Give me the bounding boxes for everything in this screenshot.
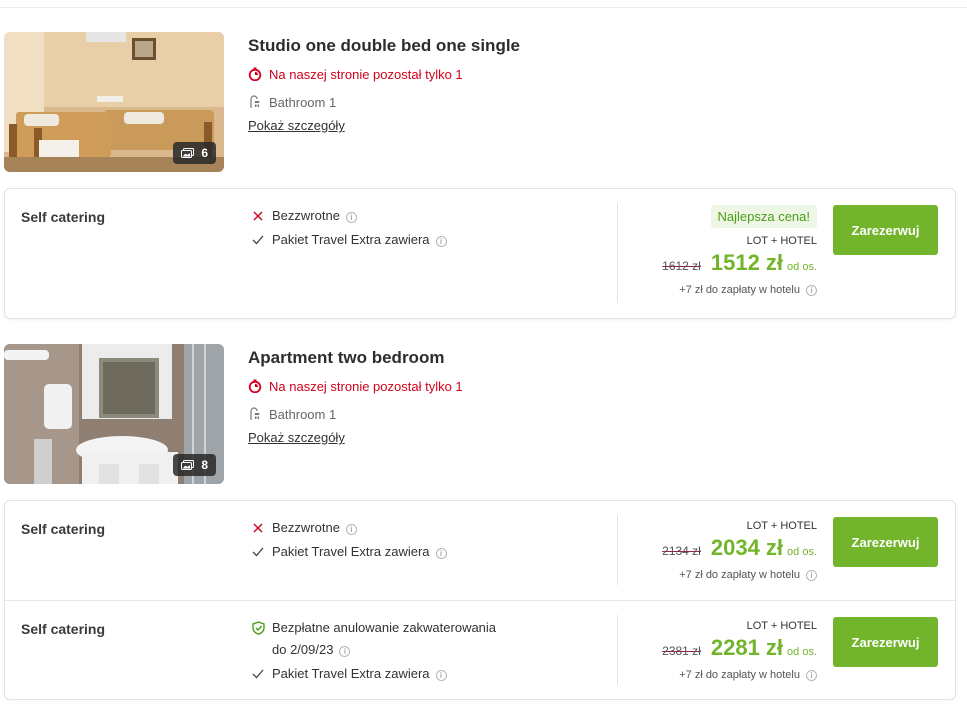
info-icon[interactable]: i	[806, 670, 817, 681]
availability-notice: Na naszej stronie pozostał tylko 1	[248, 375, 808, 397]
room-card: 6 Studio one double bed one single Na na…	[4, 32, 956, 172]
photo-count-badge[interactable]: 8	[173, 454, 216, 476]
condition-text: Pakiet Travel Extra zawiera	[272, 544, 430, 559]
price-line: 1612 zł 1512 zł od os.	[617, 250, 817, 280]
stopwatch-icon	[248, 67, 262, 81]
old-price: 2134 zł	[662, 544, 701, 558]
book-button[interactable]: Zarezerwuj	[833, 617, 938, 667]
room-card: 8 Apartment two bedroom Na naszej stroni…	[4, 344, 956, 484]
package-label: LOT + HOTEL	[746, 620, 817, 632]
per-person-label: od os.	[787, 546, 817, 558]
check-icon	[252, 669, 264, 679]
condition-item: Bezzwrotne i	[251, 517, 581, 539]
check-icon	[252, 547, 264, 557]
condition-text: Bezpłatne anulowanie zakwaterowania	[272, 620, 497, 635]
current-price: 2281 zł	[710, 635, 784, 660]
board-type: Self catering	[21, 209, 106, 225]
condition-text: Bezzwrotne	[272, 520, 340, 535]
condition-text: Pakiet Travel Extra zawiera	[272, 666, 430, 681]
price-block: LOT + HOTEL 2134 zł 2034 zł od os. +7 zł…	[617, 519, 817, 583]
old-price: 2381 zł	[662, 644, 701, 658]
offers-table: Self catering Bezzwrotne i Pakiet Travel …	[4, 188, 956, 319]
package-label: LOT + HOTEL	[746, 520, 817, 532]
hotel-fee-text: +7 zł do zapłaty w hotelu	[679, 669, 800, 681]
offer-row: Self catering Bezzwrotne i Pakiet Travel …	[5, 501, 955, 600]
current-price: 1512 zł	[710, 250, 784, 275]
photo-count-badge[interactable]: 6	[173, 142, 216, 164]
best-price-badge: Najlepsza cena!	[710, 205, 817, 228]
bathroom-info: Bathroom 1	[248, 91, 808, 113]
photo-count: 8	[201, 458, 208, 472]
gallery-icon	[181, 460, 195, 470]
offer-conditions: Bezzwrotne i Pakiet Travel Extra zawiera i	[251, 517, 581, 565]
board-type: Self catering	[21, 621, 106, 637]
price-block: LOT + HOTEL 2381 zł 2281 zł od os. +7 zł…	[617, 619, 817, 683]
package-label: LOT + HOTEL	[746, 235, 817, 247]
stopwatch-icon	[248, 379, 262, 393]
condition-item: Pakiet Travel Extra zawiera i	[251, 229, 581, 251]
condition-text: Bezzwrotne	[272, 208, 340, 223]
bathroom-text: Bathroom 1	[269, 94, 337, 110]
condition-item: Pakiet Travel Extra zawiera i	[251, 541, 581, 563]
info-icon[interactable]: i	[345, 212, 357, 223]
availability-notice: Na naszej stronie pozostał tylko 1	[248, 63, 808, 85]
board-type: Self catering	[21, 521, 106, 537]
hotel-fee: +7 zł do zapłaty w hotelu i	[617, 282, 817, 298]
price-block: Najlepsza cena! LOT + HOTEL 1612 zł 1512…	[617, 205, 817, 298]
info-icon[interactable]: i	[435, 236, 447, 247]
hotel-fee-text: +7 zł do zapłaty w hotelu	[679, 284, 800, 296]
offer-conditions: Bezzwrotne i Pakiet Travel Extra zawiera i	[251, 205, 581, 253]
shield-check-icon	[251, 621, 265, 635]
hotel-fee: +7 zł do zapłaty w hotelu i	[617, 667, 817, 683]
availability-text: Na naszej stronie pozostał tylko 1	[269, 378, 463, 394]
condition-item: Bezpłatne anulowanie zakwaterowania do 2/…	[251, 617, 581, 661]
x-icon	[253, 211, 263, 221]
offer-row: Self catering Bezzwrotne i Pakiet Travel …	[5, 189, 955, 318]
condition-item: Bezzwrotne i	[251, 205, 581, 227]
top-divider	[0, 7, 967, 8]
room-title: Apartment two bedroom	[248, 348, 445, 367]
room-title: Studio one double bed one single	[248, 36, 520, 55]
bathroom-text: Bathroom 1	[269, 406, 337, 422]
shower-icon	[250, 407, 260, 420]
info-icon[interactable]: i	[435, 670, 447, 681]
condition-text: Pakiet Travel Extra zawiera	[272, 232, 430, 247]
per-person-label: od os.	[787, 646, 817, 658]
room-photo[interactable]: 8	[4, 344, 224, 484]
offer-row: Self catering Bezpłatne anulowanie zakwa…	[5, 600, 955, 699]
show-details-link[interactable]: Pokaż szczegóły	[248, 428, 345, 448]
info-icon[interactable]: i	[806, 570, 817, 581]
info-icon[interactable]: i	[339, 646, 351, 657]
show-details-link[interactable]: Pokaż szczegóły	[248, 116, 345, 136]
availability-text: Na naszej stronie pozostał tylko 1	[269, 66, 463, 82]
info-icon[interactable]: i	[806, 285, 817, 296]
check-icon	[252, 235, 264, 245]
room-info: Apartment two bedroom Na naszej stronie …	[248, 344, 808, 448]
hotel-fee: +7 zł do zapłaty w hotelu i	[617, 567, 817, 583]
condition-item: Pakiet Travel Extra zawiera i	[251, 663, 581, 685]
photo-count: 6	[201, 146, 208, 160]
book-button[interactable]: Zarezerwuj	[833, 517, 938, 567]
price-line: 2381 zł 2281 zł od os.	[617, 635, 817, 665]
per-person-label: od os.	[787, 261, 817, 273]
hotel-fee-text: +7 zł do zapłaty w hotelu	[679, 569, 800, 581]
book-button[interactable]: Zarezerwuj	[833, 205, 938, 255]
condition-date: do 2/09/23	[272, 642, 334, 657]
current-price: 2034 zł	[710, 535, 784, 560]
shower-icon	[250, 95, 260, 108]
room-photo[interactable]: 6	[4, 32, 224, 172]
offer-conditions: Bezpłatne anulowanie zakwaterowania do 2/…	[251, 617, 581, 687]
x-icon	[253, 523, 263, 533]
info-icon[interactable]: i	[435, 548, 447, 559]
gallery-icon	[181, 148, 195, 158]
old-price: 1612 zł	[662, 259, 701, 273]
room-info: Studio one double bed one single Na nasz…	[248, 32, 808, 136]
offers-table: Self catering Bezzwrotne i Pakiet Travel …	[4, 500, 956, 700]
price-line: 2134 zł 2034 zł od os.	[617, 535, 817, 565]
bathroom-info: Bathroom 1	[248, 403, 808, 425]
info-icon[interactable]: i	[345, 524, 357, 535]
